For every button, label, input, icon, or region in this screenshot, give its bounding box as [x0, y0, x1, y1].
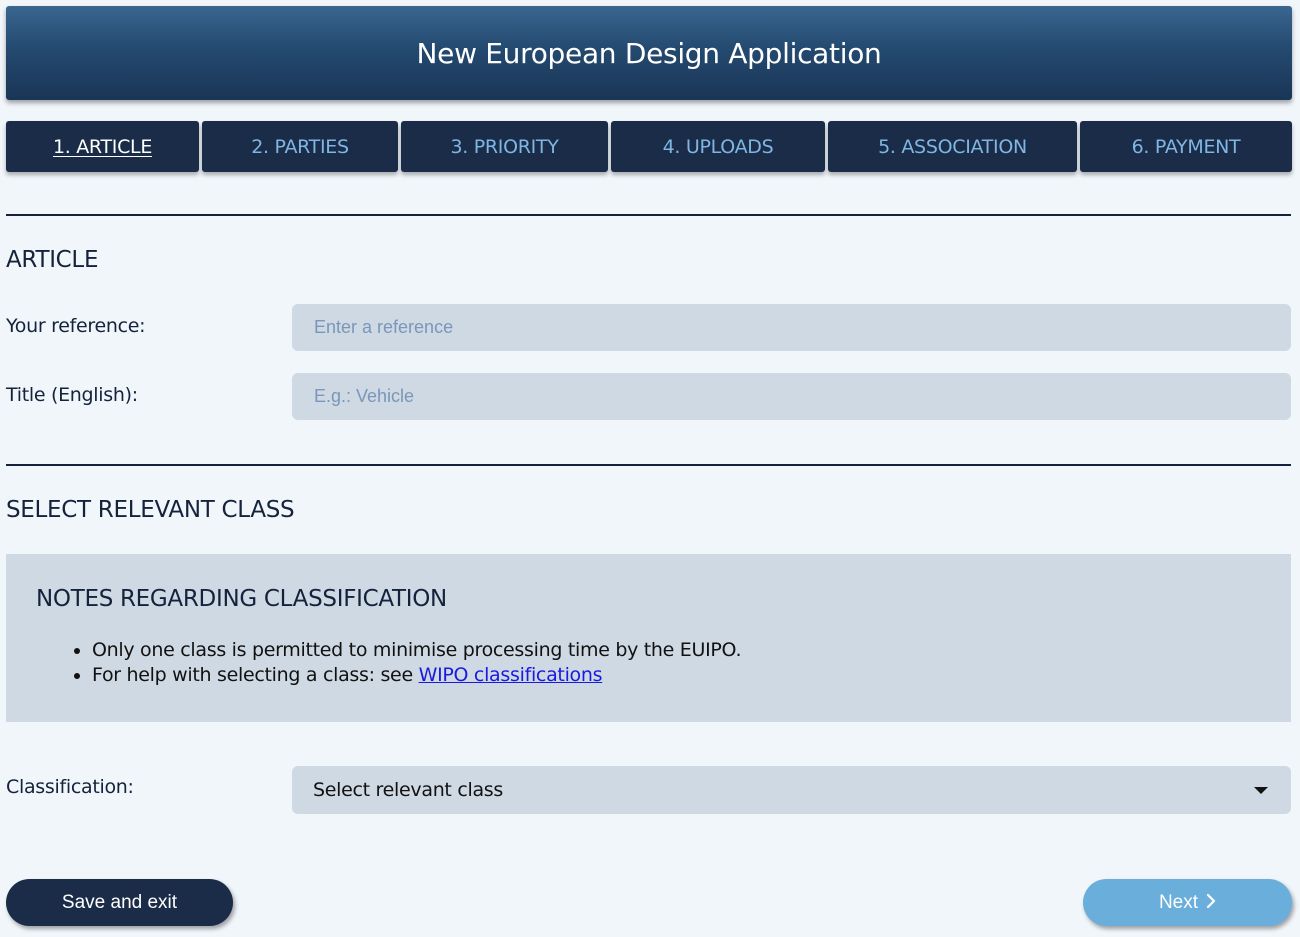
divider	[6, 464, 1291, 466]
save-button-label: Save and exit	[61, 891, 178, 913]
reference-label: Your reference:	[6, 315, 146, 337]
caret-down-icon	[1254, 786, 1268, 794]
chevron-right-icon	[1206, 893, 1216, 913]
classification-selected-value: Select relevant class	[313, 779, 503, 801]
note-item: For help with selecting a class: see WIP…	[92, 663, 741, 688]
next-button-label: Next	[1158, 891, 1199, 913]
classification-select[interactable]: Select relevant class	[292, 766, 1291, 814]
save-and-exit-button[interactable]: Save and exit	[6, 879, 233, 926]
tab-priority[interactable]: 3. PRIORITY	[401, 121, 608, 172]
step-tabs: 1. ARTICLE 2. PARTIES 3. PRIORITY 4. UPL…	[6, 121, 1292, 172]
class-section-title: SELECT RELEVANT CLASS	[6, 497, 295, 523]
note-text: Only one class is permitted to minimise …	[92, 639, 742, 661]
reference-input[interactable]	[292, 304, 1291, 351]
note-item: Only one class is permitted to minimise …	[92, 638, 741, 663]
notes-list: Only one class is permitted to minimise …	[56, 638, 741, 688]
classification-notes: NOTES REGARDING CLASSIFICATION Only one …	[6, 554, 1291, 722]
classification-label: Classification:	[6, 776, 134, 798]
divider	[6, 214, 1291, 216]
tab-uploads[interactable]: 4. UPLOADS	[611, 121, 825, 172]
note-text: For help with selecting a class: see	[92, 664, 419, 686]
title-input[interactable]	[292, 373, 1291, 420]
next-button[interactable]: Next	[1083, 879, 1292, 926]
tab-association[interactable]: 5. ASSOCIATION	[828, 121, 1077, 172]
tab-parties[interactable]: 2. PARTIES	[202, 121, 398, 172]
notes-title: NOTES REGARDING CLASSIFICATION	[36, 586, 447, 612]
page-title: New European Design Application	[416, 36, 882, 70]
tab-article[interactable]: 1. ARTICLE	[6, 121, 199, 172]
app-header: New European Design Application	[6, 6, 1292, 100]
wipo-classifications-link[interactable]: WIPO classifications	[419, 664, 603, 686]
tab-payment[interactable]: 6. PAYMENT	[1080, 121, 1292, 172]
article-section-title: ARTICLE	[6, 247, 99, 273]
title-label: Title (English):	[6, 384, 138, 406]
